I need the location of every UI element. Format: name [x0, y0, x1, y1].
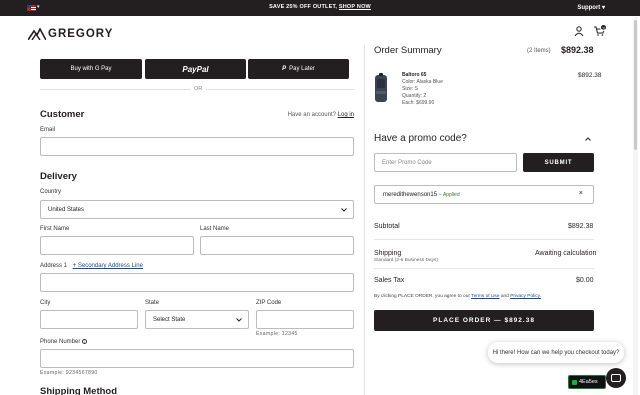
address1-label-text: Address 1	[40, 263, 68, 269]
promo-text: SAVE 25% OFF OUTLET,	[269, 4, 338, 10]
paypal-button[interactable]: PayPal	[145, 59, 246, 79]
chevron-up-icon[interactable]	[585, 137, 591, 141]
google-pay-label: Buy with G Pay	[70, 66, 112, 72]
delivery-heading: Delivery	[40, 171, 77, 182]
product-details: Baltoro 65 Color: Alaska Blue Size: S Qu…	[402, 72, 443, 107]
zip-field[interactable]	[256, 310, 354, 329]
chevron-down-icon	[341, 207, 347, 212]
product-color: Color: Alaska Blue	[402, 79, 443, 85]
phone-label-text: Phone Number	[40, 339, 81, 345]
paypal-label: PayPal	[182, 64, 209, 74]
applied-promo: meredithewenson15 – Applied ×	[374, 185, 594, 204]
login-link[interactable]: Log in	[338, 112, 354, 118]
address1-field[interactable]	[40, 273, 354, 292]
mountain-logo-icon	[28, 28, 46, 40]
applied-code: meredithewenson15	[383, 191, 438, 198]
terms-prefix: By clicking PLACE ORDER, you agree to ou…	[374, 294, 470, 299]
customer-heading: Customer	[40, 109, 85, 120]
product-each-price: Each: $699.90	[402, 100, 435, 106]
backpack-product-image	[375, 73, 387, 102]
support-menu[interactable]: Support ▾	[577, 4, 605, 11]
or-label: OR	[190, 86, 207, 92]
chat-badge-label: 4Ea5es	[579, 379, 598, 385]
summary-divider	[374, 239, 594, 240]
country-label: Country	[40, 189, 62, 195]
summary-total: $892.38	[561, 45, 594, 55]
subtotal-label: Subtotal	[374, 223, 400, 230]
zip-hint: Example: 12345	[256, 331, 298, 337]
phone-label: Phone Number i	[40, 339, 88, 345]
summary-divider	[374, 268, 594, 269]
first-name-label: First Name	[40, 226, 70, 232]
email-field[interactable]	[40, 137, 354, 156]
account-prompt: Have an account? Log in	[288, 112, 354, 118]
city-label: City	[40, 300, 51, 306]
secondary-address-link[interactable]: + Secondary Address Line	[73, 263, 143, 269]
chat-greeting-bubble[interactable]: Hi there! How can we help you checkout t…	[488, 342, 624, 363]
terms-notice: By clicking PLACE ORDER, you agree to ou…	[374, 294, 541, 299]
state-select[interactable]: Select State	[145, 310, 249, 329]
terms-and: and	[500, 294, 509, 299]
pay-later-button[interactable]: P Pay Later	[248, 59, 349, 79]
zip-label: ZIP Code	[256, 300, 282, 306]
shipping-method-heading: Shipping Method	[40, 386, 118, 395]
account-icon[interactable]	[574, 26, 584, 36]
phone-hint: Example: 9234567890	[40, 370, 98, 376]
state-label: State	[145, 300, 160, 306]
email-label: Email	[40, 127, 56, 133]
order-summary-heading: Order Summary	[374, 45, 442, 56]
chat-launcher-icon[interactable]	[606, 368, 626, 388]
promo-code-input[interactable]: Enter Promo Code	[374, 153, 517, 172]
cart-count-badge: 3	[600, 24, 607, 31]
tax-value: $0.00	[576, 277, 594, 284]
state-value: Select State	[153, 316, 186, 323]
account-prompt-text: Have an account?	[287, 112, 336, 118]
pay-later-label: Pay Later	[289, 66, 315, 72]
product-quantity: Quantity: 2	[402, 93, 427, 99]
subtotal-value: $892.38	[568, 223, 594, 230]
scrollbar-thumb[interactable]	[634, 20, 637, 150]
paypal-p-icon: P	[282, 66, 287, 72]
remove-promo-icon[interactable]: ×	[579, 190, 583, 197]
tax-label: Sales Tax	[374, 277, 405, 284]
phone-field[interactable]	[40, 349, 354, 368]
country-select[interactable]: United States	[40, 200, 354, 219]
announcement-bar: ▾ SAVE 25% OFF OUTLET, SHOP NOW Support …	[0, 0, 640, 16]
submit-promo-button[interactable]: SUBMIT	[523, 153, 594, 172]
shipping-value: Awaiting calculation	[535, 250, 597, 257]
items-count: (2 Items)	[527, 48, 551, 54]
gregory-logo[interactable]: GREGORY	[28, 27, 113, 41]
terms-of-use-link[interactable]: Terms of Use	[471, 294, 499, 299]
applied-tag: – Applied	[439, 191, 460, 198]
shipping-speed: Standard (2-6 Business Days)	[374, 258, 438, 263]
promo-code-heading[interactable]: Have a promo code?	[374, 133, 467, 144]
first-name-field[interactable]	[40, 236, 194, 255]
online-dot-icon	[572, 379, 577, 385]
info-icon[interactable]: i	[82, 339, 88, 344]
city-field[interactable]	[40, 310, 138, 329]
logo-text: GREGORY	[48, 28, 114, 40]
shop-now-link[interactable]: SHOP NOW	[339, 4, 371, 10]
shipping-label: Shipping	[374, 250, 402, 257]
chat-status-badge[interactable]: 4Ea5es	[568, 375, 606, 389]
product-size: Size: S	[402, 86, 418, 92]
last-name-label: Last Name	[200, 226, 230, 232]
promo-banner: SAVE 25% OFF OUTLET, SHOP NOW	[0, 4, 640, 10]
place-order-button[interactable]: PLACE ORDER — $892.38	[374, 310, 594, 331]
chevron-down-icon	[236, 317, 242, 322]
column-divider	[364, 45, 365, 395]
address1-label: Address 1 + Secondary Address Line	[40, 263, 143, 269]
country-value: United States	[48, 206, 85, 213]
privacy-policy-link[interactable]: Privacy Policy.	[510, 294, 541, 299]
google-pay-button[interactable]: Buy with G Pay	[40, 59, 142, 79]
product-line-price: $892.38	[578, 72, 602, 79]
product-name[interactable]: Baltoro 65	[402, 72, 443, 79]
last-name-field[interactable]	[200, 236, 354, 255]
